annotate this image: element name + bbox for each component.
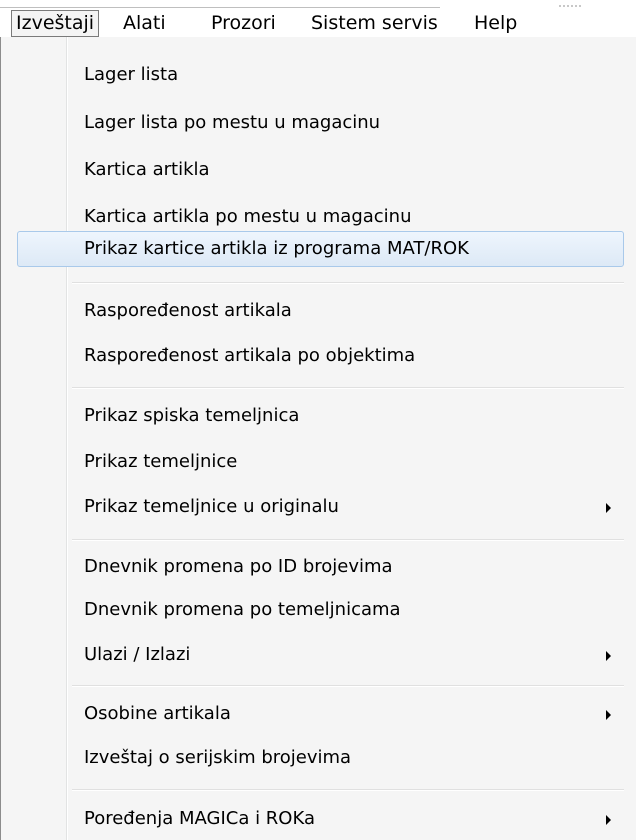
- menu-izvestaji[interactable]: Izveštaji: [11, 10, 100, 37]
- menu-item-dnevnik-po-temeljnicama[interactable]: Dnevnik promena po temeljnicama: [17, 593, 624, 627]
- menu-item-label: Kartica artikla: [84, 159, 210, 180]
- menu-item-label: Lager lista: [84, 64, 179, 85]
- menu-item-label: Prikaz spiska temeljnica: [84, 405, 300, 426]
- menu-item-kartica-artikla[interactable]: Kartica artikla: [17, 153, 624, 187]
- menu-item-prikaz-temeljnice[interactable]: Prikaz temeljnice: [17, 445, 624, 479]
- submenu-arrow-icon: [606, 651, 611, 661]
- izvestaji-dropdown-menu: Lager lista Lager lista po mestu u magac…: [0, 37, 636, 840]
- menu-item-prikaz-kartice-mat-rok[interactable]: Prikaz kartice artikla iz programa MAT/R…: [17, 231, 624, 267]
- menu-item-label: Raspoređenost artikala po objektima: [84, 345, 416, 366]
- submenu-arrow-icon: [606, 503, 611, 513]
- menu-separator: [72, 539, 624, 541]
- menu-item-ulazi-izlazi[interactable]: Ulazi / Izlazi: [17, 638, 624, 672]
- menu-item-label: Prikaz kartice artikla iz programa MAT/R…: [84, 238, 469, 259]
- menu-item-prikaz-spiska-temeljnica[interactable]: Prikaz spiska temeljnica: [17, 399, 624, 433]
- application-window: Izveštaji Alati Prozori Sistem servis He…: [0, 0, 636, 840]
- menu-item-rasporedjenost-artikala[interactable]: Raspoređenost artikala: [17, 294, 624, 328]
- menu-item-label: Lager lista po mestu u magacinu: [84, 112, 381, 133]
- menu-bar: Izveštaji Alati Prozori Sistem servis He…: [0, 0, 636, 40]
- menu-item-label: Kartica artikla po mestu u magacinu: [84, 206, 412, 227]
- menu-item-lager-lista-po-mestu[interactable]: Lager lista po mestu u magacinu: [17, 106, 624, 140]
- menu-item-label: Poređenja MAGICa i ROKa: [84, 808, 315, 829]
- menu-alati[interactable]: Alati: [123, 10, 166, 37]
- menu-item-lager-lista[interactable]: Lager lista: [17, 58, 624, 92]
- menu-item-poredjenja-magic-rok[interactable]: Poređenja MAGICa i ROKa: [17, 802, 624, 836]
- window-edge-line: [0, 7, 440, 8]
- menu-separator: [72, 789, 624, 791]
- submenu-arrow-icon: [606, 710, 611, 720]
- menu-item-kartica-artikla-po-mestu[interactable]: Kartica artikla po mestu u magacinu: [17, 200, 624, 234]
- menu-item-label: Osobine artikala: [84, 703, 231, 724]
- menu-item-prikaz-temeljnice-u-originalu[interactable]: Prikaz temeljnice u originalu: [17, 490, 624, 524]
- menu-item-izvestaj-o-serijskim-brojevima[interactable]: Izveštaj o serijskim brojevima: [17, 741, 624, 775]
- menu-item-label: Prikaz temeljnice: [84, 451, 238, 472]
- menu-item-label: Prikaz temeljnice u originalu: [84, 496, 339, 517]
- menu-item-label: Dnevnik promena po temeljnicama: [84, 599, 401, 620]
- menu-item-osobine-artikala[interactable]: Osobine artikala: [17, 697, 624, 731]
- menu-item-label: Raspoređenost artikala: [84, 300, 292, 321]
- menu-item-label: Dnevnik promena po ID brojevima: [84, 556, 393, 577]
- menu-help[interactable]: Help: [474, 10, 517, 37]
- menu-item-label: Ulazi / Izlazi: [84, 644, 191, 665]
- window-edge-dots: [559, 5, 583, 7]
- menu-item-rasporedjenost-po-objektima[interactable]: Raspoređenost artikala po objektima: [17, 339, 624, 373]
- menu-separator: [72, 685, 624, 687]
- submenu-arrow-icon: [606, 815, 611, 825]
- menu-separator: [72, 282, 624, 284]
- menu-prozori[interactable]: Prozori: [211, 10, 276, 37]
- menu-item-dnevnik-po-id-brojevima[interactable]: Dnevnik promena po ID brojevima: [17, 550, 624, 584]
- menu-sistem-servis[interactable]: Sistem servis: [311, 10, 438, 37]
- menu-separator: [72, 387, 624, 389]
- menu-item-label: Izveštaj o serijskim brojevima: [84, 747, 352, 768]
